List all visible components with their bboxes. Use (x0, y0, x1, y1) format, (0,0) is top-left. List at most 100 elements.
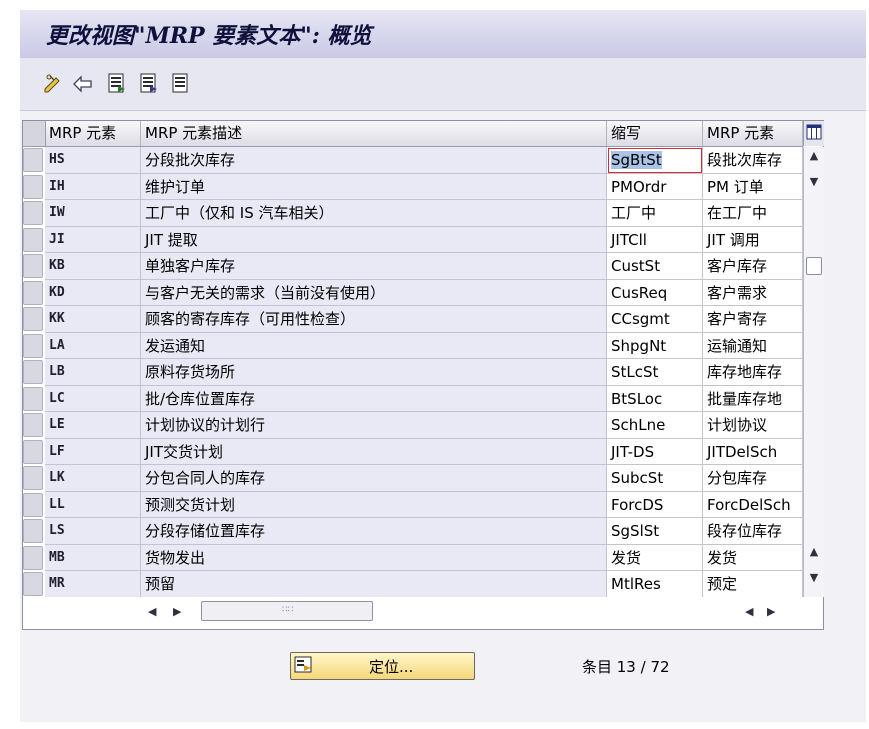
column-header-abbreviation[interactable]: 缩写 (607, 121, 703, 146)
table-row[interactable]: LS 分段存储位置库存 SgSlSt 段存位库存 (23, 518, 803, 545)
scroll-thumb[interactable] (806, 257, 822, 275)
scroll-left-icon-2[interactable]: ◀ (745, 605, 753, 618)
sap-screen: 更改视图"MRP 要素文本": 概览 MRP 元素 MRP 元素描述 缩写 MR… (20, 10, 866, 722)
horizontal-scroll-track[interactable]: ∷∷ (201, 601, 373, 621)
select-all-icon[interactable] (106, 72, 128, 94)
mrp-element-text-input[interactable]: 批量库存地 (703, 385, 803, 412)
mrp-element-text-input[interactable]: 运输通知 (703, 332, 803, 359)
abbreviation-input[interactable]: CusReq (607, 279, 703, 306)
column-header-mrp-element-text[interactable]: MRP 元素 (703, 121, 803, 146)
row-selector[interactable] (23, 254, 43, 278)
mrp-element-text-input[interactable]: 库存地库存 (703, 359, 803, 386)
mrp-element-cell: LF (45, 438, 141, 465)
row-selector[interactable] (23, 333, 43, 358)
abbreviation-input[interactable]: SchLne (607, 412, 703, 439)
abbreviation-input[interactable]: 发货 (607, 544, 703, 571)
table-row[interactable]: LA 发运通知 ShpgNt 运输通知 (23, 332, 803, 359)
table-row[interactable]: MB 货物发出 发货 发货 (23, 544, 803, 571)
mrp-element-text-input[interactable]: PM 订单 (703, 173, 803, 200)
scroll-up-icon[interactable]: ▲ (807, 149, 821, 163)
abbreviation-input[interactable]: 工厂中 (607, 200, 703, 227)
abbreviation-input[interactable]: SubcSt (607, 465, 703, 492)
table-row[interactable]: LL 预测交货计划 ForcDS ForcDelSch (23, 491, 803, 518)
mrp-element-text-input[interactable]: ForcDelSch (703, 491, 803, 518)
row-selector[interactable] (23, 519, 43, 543)
row-selector[interactable] (23, 227, 43, 252)
mrp-element-text-input[interactable]: 客户寄存 (703, 306, 803, 333)
abbreviation-input[interactable]: MtlRes (607, 571, 703, 598)
description-cell: 发运通知 (141, 332, 607, 359)
description-cell: JIT交货计划 (141, 438, 607, 465)
row-selector[interactable] (23, 492, 43, 517)
abbreviation-input[interactable]: PMOrdr (607, 173, 703, 200)
deselect-all-icon[interactable] (170, 72, 192, 94)
mrp-element-text-input[interactable]: 发货 (703, 544, 803, 571)
scroll-left-icon[interactable]: ◀ (148, 605, 156, 618)
mrp-element-text-input[interactable]: 段存位库存 (703, 518, 803, 545)
row-selector[interactable] (23, 360, 43, 384)
scroll-right-icon[interactable]: ▶ (173, 605, 181, 618)
table-row[interactable]: IW 工厂中（仅和 IS 汽车相关） 工厂中 在工厂中 (23, 200, 803, 227)
table-row[interactable]: LE 计划协议的计划行 SchLne 计划协议 (23, 412, 803, 439)
abbreviation-input[interactable]: ShpgNt (607, 332, 703, 359)
page-up-icon[interactable]: ▲ (807, 545, 821, 559)
table-row[interactable]: MR 预留 MtlRes 预定 (23, 571, 803, 598)
abbreviation-input[interactable]: StLcSt (607, 359, 703, 386)
mrp-element-text-input[interactable]: 计划协议 (703, 412, 803, 439)
column-header-mrp-element[interactable]: MRP 元素 (45, 121, 141, 146)
select-all-rows-cell[interactable] (23, 121, 46, 146)
row-selector[interactable] (23, 466, 43, 490)
table-row[interactable]: LB 原料存货场所 StLcSt 库存地库存 (23, 359, 803, 386)
row-selector[interactable] (23, 280, 43, 305)
abbreviation-input[interactable]: JITCll (607, 226, 703, 253)
abbreviation-input[interactable]: SgSlSt (607, 518, 703, 545)
mrp-element-text-input[interactable]: 分包库存 (703, 465, 803, 492)
mrp-element-cell: MB (45, 544, 141, 571)
abbreviation-input[interactable]: BtSLoc (607, 385, 703, 412)
row-selector[interactable] (23, 413, 43, 437)
table-row[interactable]: LF JIT交货计划 JIT-DS JITDelSch (23, 438, 803, 465)
description-cell: 原料存货场所 (141, 359, 607, 386)
table-row[interactable]: IH 维护订单 PMOrdr PM 订单 (23, 173, 803, 200)
other-view-icon[interactable] (72, 72, 94, 94)
column-header-description[interactable]: MRP 元素描述 (141, 121, 607, 146)
mrp-element-text-input[interactable]: 客户库存 (703, 253, 803, 280)
row-selector[interactable] (23, 545, 43, 570)
mrp-element-text-input[interactable]: 段批次库存 (703, 147, 803, 174)
vertical-scrollbar[interactable]: ▲ ▼ ▲ ▼ (803, 147, 824, 597)
display-change-icon[interactable] (42, 72, 64, 94)
row-selector[interactable] (23, 307, 43, 331)
table-row[interactable]: KB 单独客户库存 CustSt 客户库存 (23, 253, 803, 280)
table-row[interactable]: LC 批/仓库位置库存 BtSLoc 批量库存地 (23, 385, 803, 412)
scroll-down-icon[interactable]: ▼ (807, 175, 821, 189)
row-selector[interactable] (23, 439, 43, 464)
mrp-element-text-input[interactable]: JITDelSch (703, 438, 803, 465)
abbreviation-input[interactable]: JIT-DS (607, 438, 703, 465)
mrp-element-text-input[interactable]: 客户需求 (703, 279, 803, 306)
scroll-right-icon-2[interactable]: ▶ (767, 605, 775, 618)
abbreviation-input[interactable]: CCsgmt (607, 306, 703, 333)
table-settings-icon[interactable] (803, 121, 824, 146)
table-row[interactable]: KD 与客户无关的需求（当前没有使用） CusReq 客户需求 (23, 279, 803, 306)
mrp-element-text-input[interactable]: JIT 调用 (703, 226, 803, 253)
position-button[interactable]: 定位... (290, 652, 475, 680)
row-selector[interactable] (23, 572, 43, 596)
abbreviation-input[interactable]: CustSt (607, 253, 703, 280)
mrp-element-cell: LS (45, 518, 141, 545)
row-selector[interactable] (23, 386, 43, 411)
select-block-icon[interactable] (138, 72, 160, 94)
description-cell: JIT 提取 (141, 226, 607, 253)
abbreviation-input[interactable]: SgBtSt (607, 147, 703, 174)
mrp-element-table: MRP 元素 MRP 元素描述 缩写 MRP 元素 HS 分段批次库存 SgBtSt… (22, 120, 824, 630)
row-selector[interactable] (23, 148, 43, 172)
table-row[interactable]: KK 顾客的寄存库存（可用性检查） CCsgmt 客户寄存 (23, 306, 803, 333)
table-row[interactable]: LK 分包合同人的库存 SubcSt 分包库存 (23, 465, 803, 492)
mrp-element-text-input[interactable]: 预定 (703, 571, 803, 598)
row-selector[interactable] (23, 174, 43, 199)
table-row[interactable]: HS 分段批次库存 SgBtSt 段批次库存 (23, 147, 803, 174)
abbreviation-input[interactable]: ForcDS (607, 491, 703, 518)
mrp-element-text-input[interactable]: 在工厂中 (703, 200, 803, 227)
row-selector[interactable] (23, 201, 43, 225)
table-row[interactable]: JI JIT 提取 JITCll JIT 调用 (23, 226, 803, 253)
page-down-icon[interactable]: ▼ (807, 571, 821, 585)
